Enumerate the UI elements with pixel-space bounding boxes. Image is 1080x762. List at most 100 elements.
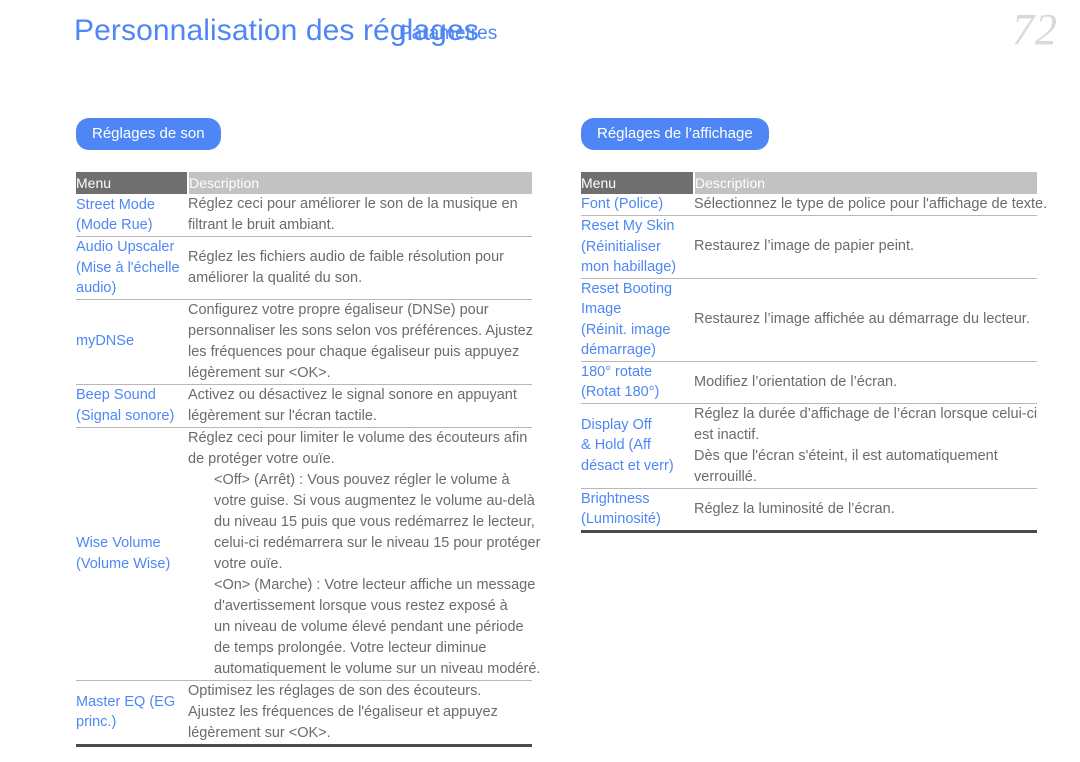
- menu-cell[interactable]: 180° rotate (Rotat 180°): [581, 361, 694, 403]
- menu-line: (Volume Wise): [76, 555, 171, 572]
- description-cell: Restaurez l’image affichée au démarrage …: [694, 278, 1037, 361]
- menu-cell[interactable]: Font (Police): [581, 194, 694, 216]
- menu-line: désact et verr): [581, 457, 674, 474]
- description-line: Restaurez l’image affichée au démarrage …: [694, 311, 1030, 327]
- description-line: Modifiez l’orientation de l’écran.: [694, 373, 898, 390]
- description-line: légèrement sur <OK>.: [188, 364, 331, 381]
- menu-line: Wise Volume: [76, 535, 161, 551]
- description-cell: Activez ou désactivez le signal sonore e…: [188, 384, 532, 427]
- table-row: Display Off & Hold (Aff désact et verr) Rég…: [581, 403, 1037, 488]
- menu-line: Audio Upscaler: [76, 239, 175, 255]
- menu-line: (Mode Rue): [76, 217, 153, 233]
- display-settings-table: Menu Description Font (Police) Sélectionn…: [581, 172, 1047, 533]
- menu-line: 180° rotate: [581, 363, 653, 380]
- description-cell: Réglez la durée d’affichage de l’écran l…: [694, 403, 1037, 488]
- menu-line: Brightness: [581, 490, 650, 507]
- description-line: <Off> (Arrêt) : Vous pouvez régler le vo…: [214, 471, 510, 488]
- table-row: Reset Booting Image (Réinit. image démarrag…: [581, 278, 1037, 361]
- description-line: légèrement sur l'écran tactile.: [188, 407, 377, 424]
- description-cell: Modifiez l’orientation de l’écran.: [694, 361, 1037, 403]
- page-header: Personnalisation des réglages Paramètres…: [0, 0, 1080, 100]
- section-title-badge: Réglages de l’affichage: [581, 118, 769, 150]
- menu-line: audio): [76, 280, 117, 296]
- page-title-overlay: Paramètres: [399, 23, 498, 44]
- menu-cell[interactable]: Display Off & Hold (Aff désact et verr): [581, 403, 694, 488]
- menu-cell[interactable]: Reset My Skin (Réinitialiser mon habillage…: [581, 216, 694, 279]
- menu-cell[interactable]: Reset Booting Image (Réinit. image démarrag…: [581, 278, 694, 361]
- description-line: de protéger votre ouïe.: [188, 450, 335, 467]
- menu-line: myDNSe: [76, 333, 135, 350]
- description-line: Réglez ceci pour améliorer le son de la …: [188, 196, 518, 212]
- menu-line: (Réinit. image: [581, 321, 671, 338]
- table-row: Master EQ (EG princ.) Optimisez les réglag…: [76, 680, 532, 745]
- menu-line: Master EQ (EG: [76, 693, 176, 710]
- table-row: Font (Police) Sélectionnez le type de pol…: [581, 194, 1047, 216]
- sound-settings-table: Menu Description Street Mode (Mode Rue) Ré…: [76, 172, 541, 747]
- description-cell: Sélectionnez le type de police pour l'af…: [694, 194, 1047, 216]
- column-header-description: Description: [694, 172, 1037, 194]
- description-cell: Optimisez les réglages de son des écoute…: [188, 680, 532, 745]
- table-header-row: Menu Description: [581, 172, 1037, 194]
- section-sound-settings: Réglages de son Menu Description Street …: [76, 118, 541, 747]
- table-header-row: Menu Description: [76, 172, 532, 194]
- page-number: 72: [1012, 5, 1058, 54]
- table-row: Beep Sound (Signal sonore) Activez ou désa…: [76, 384, 532, 427]
- column-header-menu: Menu: [76, 172, 189, 194]
- description-line: Réglez ceci pour limiter le volume des é…: [188, 429, 528, 446]
- description-line: celui-ci redémarrera sur le niveau 15 po…: [214, 534, 541, 551]
- description-line: Ajustez les fréquences de l'égaliseur et…: [188, 703, 498, 720]
- description-line: Dès que l'écran s'éteint, il est automat…: [694, 447, 998, 464]
- menu-line: princ.): [76, 714, 117, 730]
- table-row: Audio Upscaler (Mise à l'échelle audio) Rég…: [76, 237, 532, 300]
- column-header-menu: Menu: [581, 172, 695, 194]
- menu-line: démarrage): [581, 342, 656, 358]
- display-settings-rows: Font (Police) Sélectionnez le type de pol…: [581, 194, 1047, 531]
- table-row: Brightness (Luminosité) Réglez la luminosi…: [581, 488, 1037, 531]
- menu-cell[interactable]: Master EQ (EG princ.): [76, 680, 188, 745]
- section-display-settings: Réglages de l’affichage Menu Description…: [581, 118, 1047, 533]
- description-line: personnaliser les sons selon vos préfére…: [188, 322, 533, 339]
- description-line: Activez ou désactivez le signal sonore e…: [188, 386, 517, 403]
- description-line: Optimisez les réglages de son des écoute…: [188, 682, 482, 699]
- description-cell: Réglez ceci pour limiter le volume des é…: [188, 427, 541, 680]
- description-line: est inactif.: [694, 426, 760, 443]
- menu-line: Font (Police): [581, 196, 664, 213]
- section-title-badge: Réglages de son: [76, 118, 221, 150]
- menu-cell[interactable]: Street Mode (Mode Rue): [76, 194, 188, 237]
- description-line: <On> (Marche) : Votre lecteur affiche un…: [214, 576, 536, 593]
- description-cell: Restaurez l’image de papier peint.: [694, 216, 1037, 279]
- menu-cell[interactable]: myDNSe: [76, 299, 188, 384]
- menu-line: Reset Booting: [581, 280, 673, 297]
- table-row: Reset My Skin (Réinitialiser mon habillage…: [581, 216, 1037, 279]
- description-line: légèrement sur <OK>.: [188, 724, 331, 741]
- menu-cell[interactable]: Brightness (Luminosité): [581, 488, 694, 531]
- column-header-description: Description: [188, 172, 532, 194]
- table-row: Street Mode (Mode Rue) Réglez ceci pour am…: [76, 194, 532, 237]
- menu-line: (Réinitialiser: [581, 238, 661, 255]
- table-row: Wise Volume (Volume Wise) Réglez ceci pour…: [76, 427, 541, 680]
- menu-line: Reset My Skin: [581, 218, 675, 234]
- description-cell: Configurez votre propre égaliseur (DNSe)…: [188, 299, 533, 384]
- description-line: du niveau 15 puis que vous redémarrez le…: [214, 513, 535, 530]
- menu-line: (Signal sonore): [76, 407, 175, 424]
- menu-line: (Mise à l'échelle: [76, 259, 180, 276]
- description-cell: Réglez les fichiers audio de faible réso…: [188, 237, 532, 300]
- menu-cell[interactable]: Audio Upscaler (Mise à l'échelle audio): [76, 237, 188, 300]
- description-line: Réglez la durée d’affichage de l’écran l…: [694, 405, 1038, 422]
- table-row: myDNSe Configurez votre propre égaliseur …: [76, 299, 533, 384]
- description-line: filtrant le bruit ambiant.: [188, 217, 335, 233]
- description-line: de temps prolongée. Votre lecteur diminu…: [214, 639, 487, 656]
- description-line: Restaurez l’image de papier peint.: [694, 238, 915, 255]
- description-line: Réglez les fichiers audio de faible réso…: [188, 248, 504, 265]
- description-line: automatiquement le volume sur un niveau …: [214, 660, 541, 677]
- menu-line: Street Mode: [76, 196, 155, 213]
- menu-cell[interactable]: Beep Sound (Signal sonore): [76, 384, 188, 427]
- description-line: votre guise. Si vous augmentez le volume…: [214, 492, 535, 509]
- description-line: Configurez votre propre égaliseur (DNSe)…: [188, 301, 489, 318]
- menu-line: (Rotat 180°): [581, 384, 660, 400]
- table-row: 180° rotate (Rotat 180°) Modifiez l’orient…: [581, 361, 1037, 403]
- menu-cell[interactable]: Wise Volume (Volume Wise): [76, 427, 188, 680]
- menu-line: mon habillage): [581, 259, 677, 275]
- description-line: les fréquences pour chaque égaliseur pui…: [188, 343, 520, 360]
- description-line: un niveau de volume élevé pendant une pé…: [214, 618, 524, 635]
